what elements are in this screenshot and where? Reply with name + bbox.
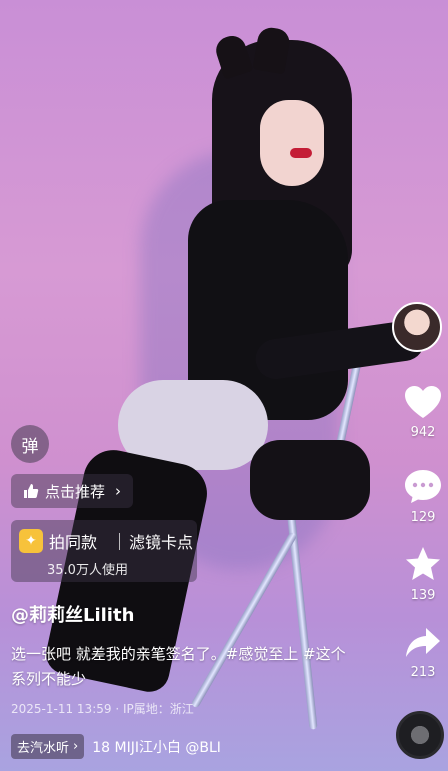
favorite-button[interactable]: 139 <box>388 546 448 603</box>
chevron-right-icon: › <box>115 482 122 500</box>
danmu-label: 弹 <box>21 436 39 457</box>
video-caption[interactable]: 选一张吧 就差我的亲笔签名了。#感觉至上 #这个系列不能少 <box>11 642 351 692</box>
chevron-right-icon: › <box>73 739 79 754</box>
thumbs-up-icon <box>24 484 39 498</box>
usage-count: 35.0万人使用 <box>47 563 128 578</box>
danmu-toggle-button[interactable]: 弹 <box>11 425 49 463</box>
heart-icon <box>405 386 441 418</box>
divider <box>119 533 120 550</box>
music-disc-icon[interactable] <box>396 711 444 759</box>
music-chip-label: 去汽水听 <box>17 741 70 756</box>
favorite-count: 139 <box>410 588 436 603</box>
music-row[interactable]: 去汽水听 › 18 MIJI江小白 @BLI <box>11 734 221 759</box>
shoot-same-title: 拍同款 <box>49 533 98 552</box>
open-music-app-button[interactable]: 去汽水听 › <box>11 734 85 759</box>
comment-button[interactable]: 129 <box>388 468 448 525</box>
shoot-same-card[interactable]: ✦ 拍同款 滤镜卡点 35.0万人使用 <box>11 520 197 582</box>
sparkle-icon: ✦ <box>19 529 43 553</box>
filter-name: 滤镜卡点 <box>129 533 194 552</box>
author-avatar[interactable] <box>392 302 442 352</box>
model-lips <box>290 148 312 158</box>
like-count: 942 <box>410 425 436 440</box>
video-screen[interactable]: 弹 点击推荐 › ✦ 拍同款 滤镜卡点 35.0万人使用 @莉莉丝Lilith … <box>0 0 448 771</box>
model-face <box>260 100 324 186</box>
recommend-label: 点击推荐 <box>45 482 106 501</box>
model-boot <box>250 440 370 520</box>
like-button[interactable]: 942 <box>388 385 448 440</box>
share-button[interactable]: 213 <box>388 627 448 680</box>
recommend-button[interactable]: 点击推荐 › <box>11 474 134 508</box>
music-title: 18 MIJI江小白 @BLI <box>92 739 221 756</box>
share-count: 213 <box>410 665 436 680</box>
post-meta: 2025-1-11 13:59 · IP属地：浙江 <box>11 702 194 716</box>
comment-count: 129 <box>410 510 436 525</box>
author-name[interactable]: @莉莉丝Lilith <box>11 601 134 627</box>
share-icon <box>406 628 440 657</box>
star-icon <box>406 547 440 580</box>
comment-icon <box>405 470 441 503</box>
